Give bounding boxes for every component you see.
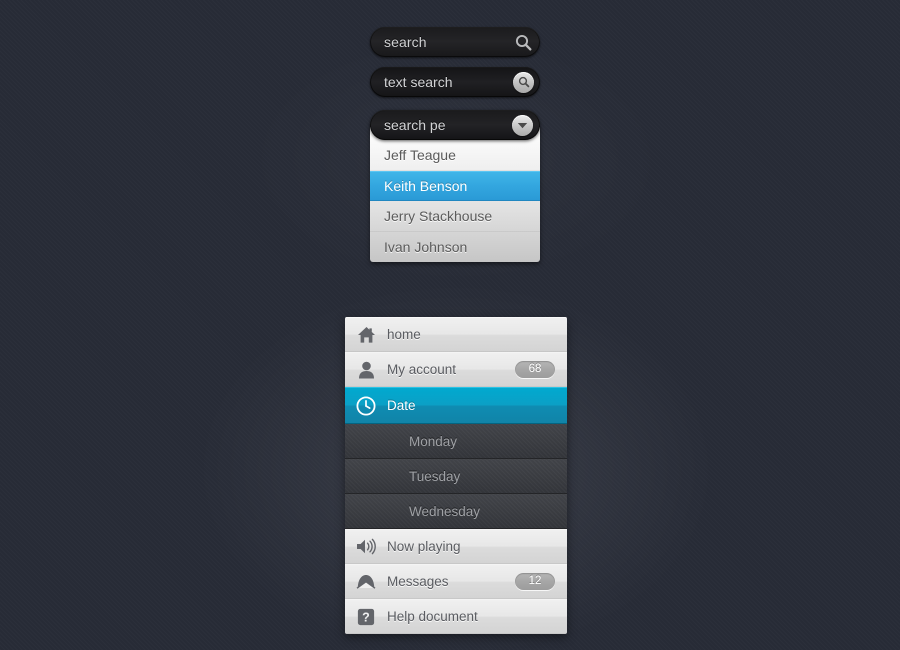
menu-subitem-tuesday[interactable]: Tuesday bbox=[345, 459, 567, 494]
search-field-plain[interactable]: search bbox=[370, 27, 540, 57]
menu-item-label: Tuesday bbox=[409, 469, 461, 484]
dropdown-option[interactable]: Jeff Teague bbox=[370, 140, 540, 171]
clock-icon bbox=[345, 395, 387, 416]
svg-text:?: ? bbox=[362, 610, 370, 624]
dropdown-value: search pe bbox=[384, 117, 446, 133]
search-input-text[interactable]: text search bbox=[370, 74, 513, 90]
menu-subitem-wednesday[interactable]: Wednesday bbox=[345, 494, 567, 529]
menu-item-home[interactable]: home bbox=[345, 317, 567, 352]
search-icon[interactable] bbox=[506, 34, 540, 51]
menu-item-date[interactable]: Date bbox=[345, 387, 567, 424]
dropdown-toggle[interactable]: search pe bbox=[370, 110, 540, 140]
menu-item-label: My account bbox=[387, 362, 457, 377]
menu-item-label: Wednesday bbox=[409, 504, 481, 519]
dropdown-list: Jeff Teague Keith Benson Jerry Stackhous… bbox=[370, 127, 540, 262]
menu-subitem-monday[interactable]: Monday bbox=[345, 424, 567, 459]
search-input[interactable]: search bbox=[370, 34, 506, 50]
dropdown[interactable]: search pe Jeff Teague Keith Benson Jerry… bbox=[370, 110, 540, 262]
menu-item-label: Date bbox=[387, 398, 416, 413]
menu-item-label: Now playing bbox=[387, 539, 461, 554]
menu-item-label: Monday bbox=[409, 434, 458, 449]
menu-item-badge: 68 bbox=[515, 361, 555, 378]
search-field-with-button[interactable]: text search bbox=[370, 67, 540, 97]
dropdown-option-selected[interactable]: Keith Benson bbox=[370, 171, 540, 201]
navigation-menu: home My account 68 Date Monday Tuesday W… bbox=[345, 317, 567, 634]
dropdown-option[interactable]: Ivan Johnson bbox=[370, 232, 540, 262]
envelope-icon bbox=[345, 574, 387, 589]
speaker-icon bbox=[345, 538, 387, 555]
menu-item-badge: 12 bbox=[515, 573, 555, 590]
menu-item-label: Help document bbox=[387, 609, 478, 624]
search-icon[interactable] bbox=[513, 71, 534, 93]
menu-item-label: Messages bbox=[387, 574, 449, 589]
menu-item-label: home bbox=[387, 327, 421, 342]
menu-item-messages[interactable]: Messages 12 bbox=[345, 564, 567, 599]
user-icon bbox=[345, 361, 387, 379]
home-icon bbox=[345, 326, 387, 344]
help-icon: ? bbox=[345, 608, 387, 626]
dropdown-option[interactable]: Jerry Stackhouse bbox=[370, 201, 540, 232]
menu-item-help-document[interactable]: ? Help document bbox=[345, 599, 567, 634]
menu-item-my-account[interactable]: My account 68 bbox=[345, 352, 567, 387]
chevron-down-icon[interactable] bbox=[512, 114, 533, 136]
menu-item-now-playing[interactable]: Now playing bbox=[345, 529, 567, 564]
